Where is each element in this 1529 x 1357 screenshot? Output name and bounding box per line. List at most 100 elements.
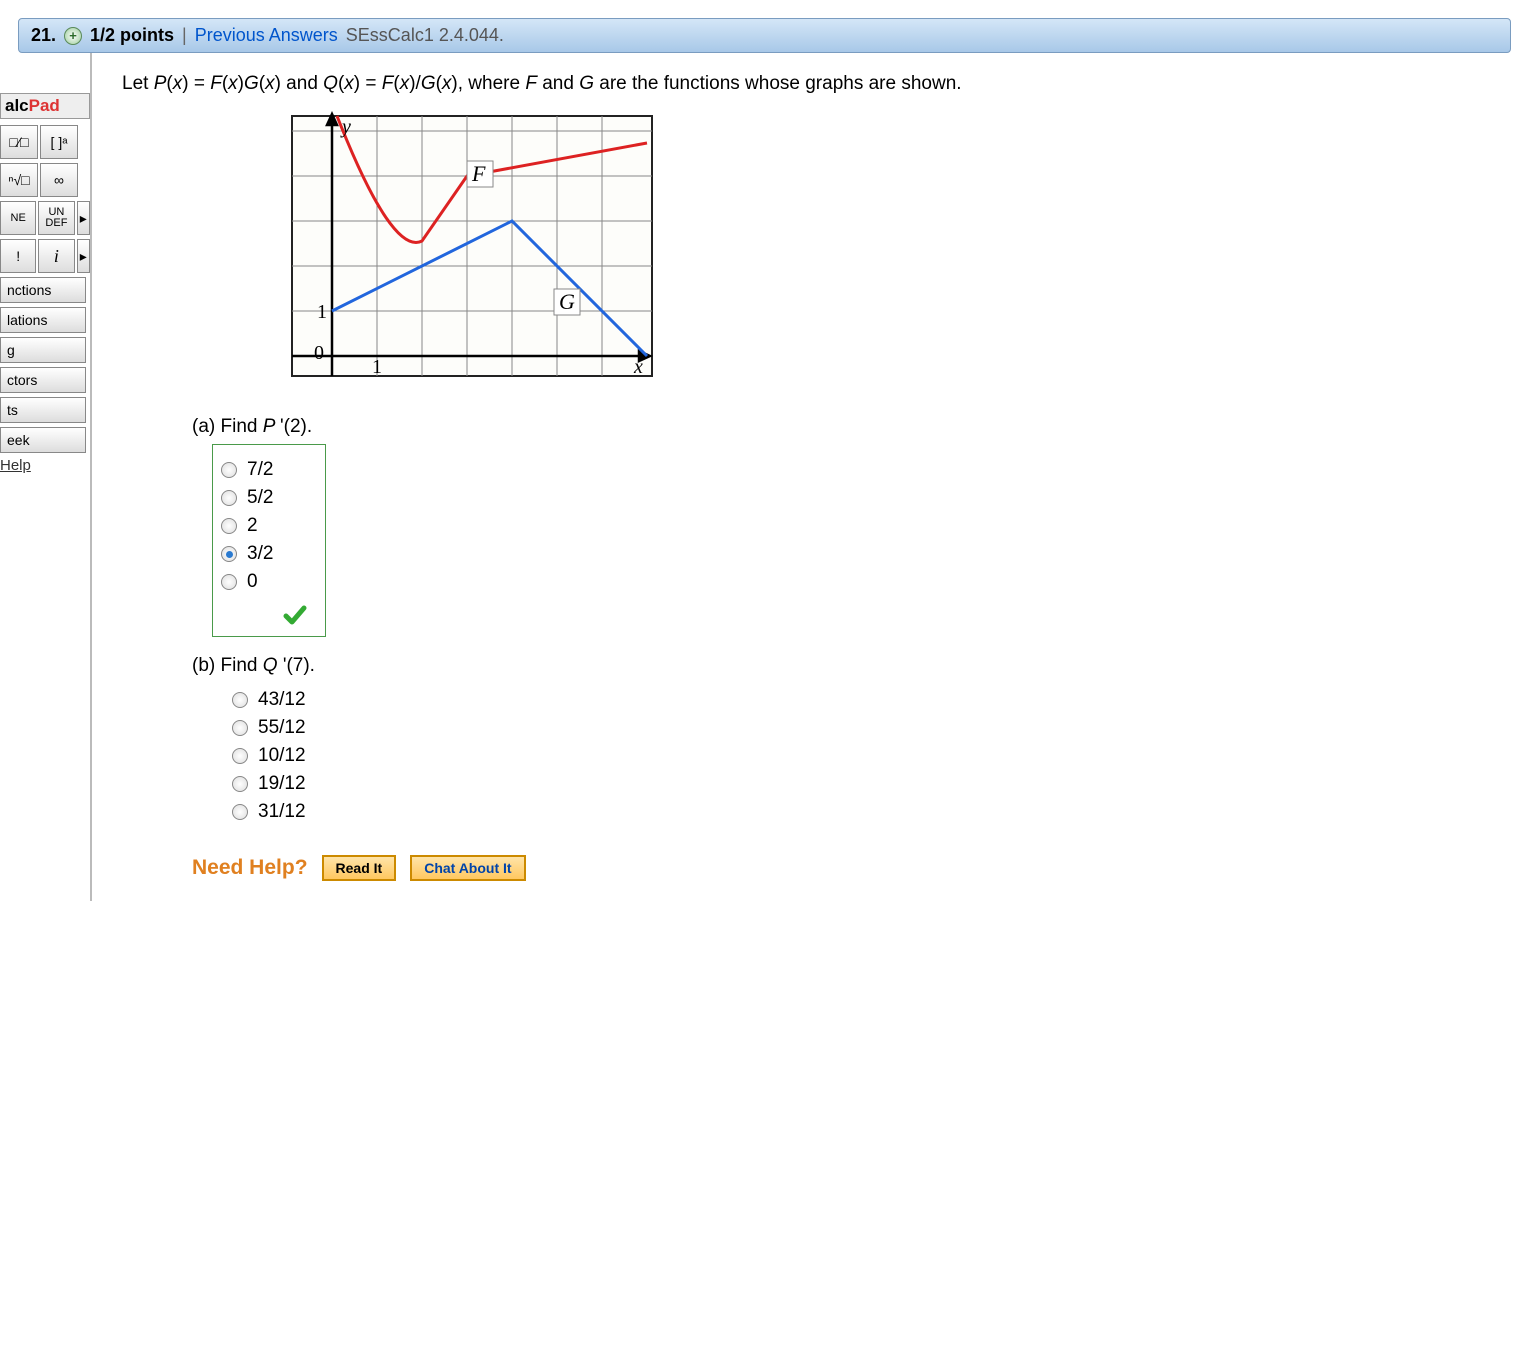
prompt-div: )/ [409, 73, 421, 94]
factorial-button[interactable]: ! [0, 239, 36, 273]
curve-g-label: G [559, 289, 575, 314]
part-a-answer-box: 7/2 5/2 2 3/2 0 [212, 444, 326, 637]
chat-about-it-button[interactable]: Chat About It [410, 855, 525, 881]
part-a-option-3[interactable]: 3/2 [221, 543, 313, 565]
part-a-option-2[interactable]: 2 [221, 515, 313, 537]
sidebar-tab-vectors[interactable]: ctors [0, 367, 86, 393]
exponent-button[interactable]: [ ]ᵃ [40, 125, 78, 159]
question-number: 21. [31, 25, 56, 46]
part-b-option-3[interactable]: 19/12 [232, 773, 346, 795]
prompt-g1: G [244, 73, 259, 94]
x-tick-1: 1 [372, 356, 382, 378]
part-a-p: P [263, 416, 280, 437]
prompt-g2: G [421, 73, 436, 94]
calcpad-title-a: alc [5, 96, 29, 115]
prompt-eq1: ) = [182, 73, 210, 94]
option-label: 3/2 [247, 543, 273, 565]
infinity-button[interactable]: ∞ [40, 163, 78, 197]
part-a-option-0[interactable]: 7/2 [221, 459, 313, 481]
graph-svg: y x 0 1 1 F G [282, 111, 662, 391]
option-label: 2 [247, 515, 258, 537]
question-prompt: Let P(x) = F(x)G(x) and Q(x) = F(x)/G(x)… [122, 73, 1509, 95]
prompt-and: and [281, 73, 323, 94]
points-text: 1/2 points [90, 25, 174, 46]
radio-icon[interactable] [232, 776, 248, 792]
need-help-label: Need Help? [192, 856, 308, 880]
sidebar-tab-relations[interactable]: lations [0, 307, 86, 333]
prompt-x4: x [344, 73, 354, 94]
prompt-x3: x [265, 73, 275, 94]
option-label: 19/12 [258, 773, 306, 795]
part-b-pre: (b) Find [192, 655, 263, 676]
question-header: 21. + 1/2 points | Previous Answers SEss… [18, 18, 1511, 53]
radio-icon[interactable] [221, 490, 237, 506]
prompt-q: Q [323, 73, 338, 94]
prompt-x1: x [173, 73, 183, 94]
more-arrow-button-2[interactable]: ▸ [77, 239, 90, 273]
part-b-option-0[interactable]: 43/12 [232, 689, 346, 711]
prompt-eq2: ) = [354, 73, 382, 94]
root-button[interactable]: ⁿ√□ [0, 163, 38, 197]
previous-answers-link[interactable]: Previous Answers [195, 25, 338, 46]
ne-button[interactable]: NE [0, 201, 36, 235]
undef-bot: DEF [45, 217, 67, 229]
radio-icon[interactable] [232, 692, 248, 708]
prompt-f2: F [382, 73, 394, 94]
part-b-option-2[interactable]: 10/12 [232, 745, 346, 767]
sidebar-tab-functions[interactable]: nctions [0, 277, 86, 303]
i-button[interactable]: i [38, 239, 74, 273]
radio-icon[interactable] [221, 462, 237, 478]
y-tick-1: 1 [317, 301, 327, 323]
calcpad-title: alcPad [0, 93, 90, 119]
origin-zero: 0 [314, 342, 324, 364]
expand-icon[interactable]: + [64, 27, 82, 45]
radio-icon[interactable] [221, 518, 237, 534]
sidebar-tab-ts[interactable]: ts [0, 397, 86, 423]
part-b-option-4[interactable]: 31/12 [232, 801, 346, 823]
sidebar-help-link[interactable]: Help [0, 457, 90, 474]
radio-icon[interactable] [221, 546, 237, 562]
radio-icon[interactable] [232, 720, 248, 736]
more-arrow-button[interactable]: ▸ [77, 201, 90, 235]
part-b-label: (b) Find Q '(7). [192, 655, 1509, 677]
question-content: Let P(x) = F(x)G(x) and Q(x) = F(x)/G(x)… [92, 53, 1529, 901]
x-axis-label: x [633, 356, 643, 378]
separator: | [182, 25, 187, 46]
option-label: 55/12 [258, 717, 306, 739]
prompt-f3: F [525, 73, 537, 94]
prompt-f1: F [210, 73, 222, 94]
part-a-label: (a) Find P '(2). [192, 416, 1509, 438]
fraction-button[interactable]: □⁄□ [0, 125, 38, 159]
question-reference: SEssCalc1 2.4.044. [346, 25, 504, 46]
part-b-option-1[interactable]: 55/12 [232, 717, 346, 739]
prompt-x6: x [442, 73, 452, 94]
calcpad-sidebar: alcPad □⁄□ [ ]ᵃ ⁿ√□ ∞ NE UNDEF ▸ ! i ▸ n… [0, 53, 92, 901]
prompt-rest: are the functions whose graphs are shown… [594, 73, 962, 94]
checkmark-icon [283, 603, 307, 627]
graph-figure: y x 0 1 1 F G [282, 111, 1509, 396]
part-b-answer-box: 43/12 55/12 10/12 19/12 31/12 [232, 683, 346, 829]
option-label: 43/12 [258, 689, 306, 711]
prompt-pre: Let [122, 73, 154, 94]
undef-button[interactable]: UNDEF [38, 201, 74, 235]
option-label: 31/12 [258, 801, 306, 823]
radio-icon[interactable] [232, 804, 248, 820]
prompt-x2: x [228, 73, 238, 94]
option-label: 5/2 [247, 487, 273, 509]
part-b-prime: '(7). [283, 655, 315, 676]
option-label: 7/2 [247, 459, 273, 481]
sidebar-tab-greek[interactable]: eek [0, 427, 86, 453]
radio-icon[interactable] [232, 748, 248, 764]
need-help-row: Need Help? Read It Chat About It [192, 855, 1509, 881]
prompt-x5: x [400, 73, 410, 94]
radio-icon[interactable] [221, 574, 237, 590]
part-a-option-1[interactable]: 5/2 [221, 487, 313, 509]
read-it-button[interactable]: Read It [322, 855, 397, 881]
correct-indicator [221, 599, 313, 632]
prompt-g3: G [579, 73, 594, 94]
sidebar-tab-g[interactable]: g [0, 337, 86, 363]
part-a-pre: (a) Find [192, 416, 263, 437]
part-b-q: Q [263, 655, 283, 676]
part-a-option-4[interactable]: 0 [221, 571, 313, 593]
curve-f-label: F [471, 161, 486, 186]
